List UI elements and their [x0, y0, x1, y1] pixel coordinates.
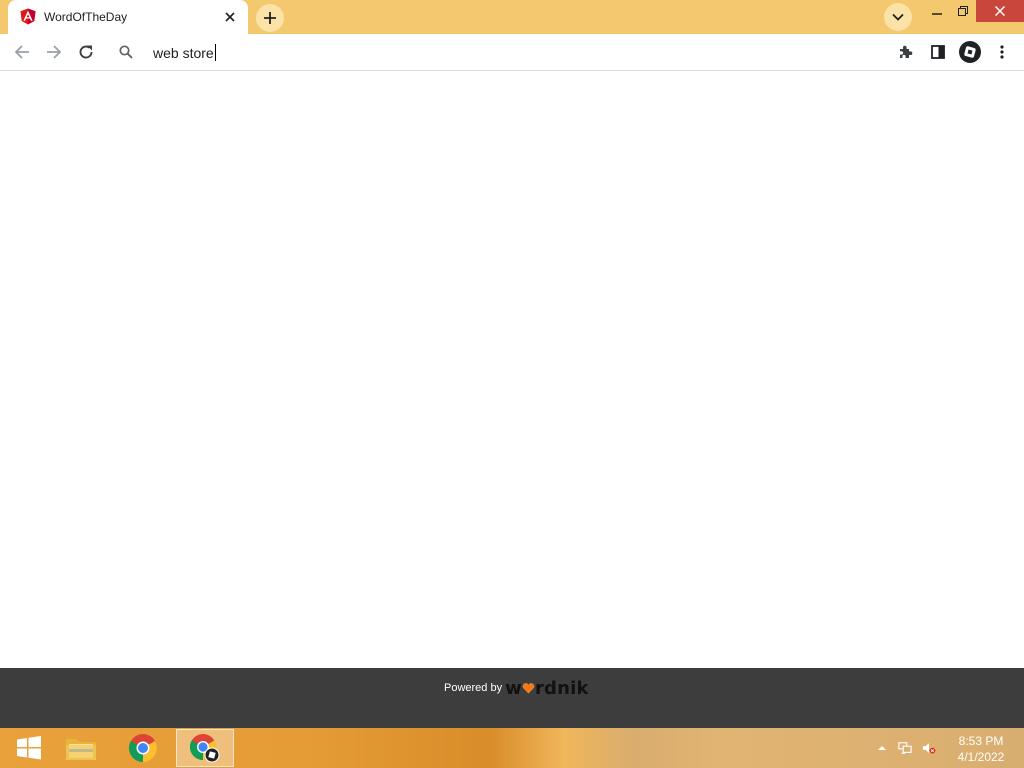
menu-button[interactable]: [990, 40, 1014, 64]
powered-by-label: Powered by: [444, 682, 503, 694]
angular-icon: [20, 8, 36, 25]
system-clock[interactable]: 8:53 PM 4/1/2022: [948, 733, 1014, 765]
heart-icon: [522, 683, 535, 694]
forward-arrow-icon: [47, 45, 62, 59]
restore-button[interactable]: [950, 0, 976, 22]
back-button[interactable]: [10, 40, 34, 64]
window-close-button[interactable]: [976, 0, 1024, 22]
wordnik-logo: wordnik wrdnik: [505, 678, 589, 699]
taskbar-chrome[interactable]: [114, 728, 172, 768]
side-panel-button[interactable]: [926, 40, 950, 64]
clock-date: 4/1/2022: [957, 750, 1005, 764]
page-content: [0, 71, 1024, 668]
avatar-icon: [963, 45, 977, 59]
windows-taskbar: 8:53 PM 4/1/2022: [0, 728, 1024, 768]
chevron-up-icon: [878, 746, 886, 750]
taskbar-chrome-profile-active[interactable]: [176, 729, 234, 767]
windows-logo-icon: [17, 736, 41, 760]
page-footer: Powered by wordnik wrdnik: [0, 668, 1024, 728]
tab-search-button[interactable]: [884, 3, 912, 31]
powered-by-wordnik[interactable]: Powered by wordnik wrdnik: [444, 678, 589, 699]
plus-icon: [264, 12, 276, 24]
folder-icon: [66, 739, 96, 760]
restore-icon: [958, 6, 968, 16]
address-value: web store: [153, 45, 214, 61]
extensions-button[interactable]: [894, 40, 918, 64]
wordnik-logo-w: w: [505, 677, 522, 699]
tab-title: WordOfTheDay: [44, 10, 128, 24]
chevron-down-icon: [892, 13, 904, 21]
new-tab-button[interactable]: [256, 4, 284, 32]
network-icon[interactable]: [898, 741, 912, 755]
start-button[interactable]: [0, 728, 58, 768]
close-tab-icon[interactable]: [222, 9, 238, 25]
puzzle-icon: [900, 45, 913, 58]
text-caret: [214, 44, 216, 61]
close-icon: [995, 6, 1005, 16]
browser-toolbar: web store: [0, 34, 1024, 71]
clock-time: 8:53 PM: [958, 734, 1004, 748]
profile-avatar-button[interactable]: [959, 41, 981, 63]
chrome-icon: [129, 734, 157, 762]
more-vert-icon: [1000, 45, 1004, 59]
show-hidden-icons-button[interactable]: [875, 741, 889, 755]
search-icon: [118, 44, 134, 60]
minimize-icon: [932, 13, 942, 15]
reload-button[interactable]: [74, 40, 98, 64]
side-panel-icon: [931, 45, 945, 59]
volume-muted-icon[interactable]: [922, 741, 936, 755]
tab-wordoftheday[interactable]: WordOfTheDay: [8, 0, 248, 34]
taskbar-file-explorer[interactable]: [52, 728, 110, 768]
minimize-button[interactable]: [924, 0, 950, 22]
wordnik-logo-rest: rdnik: [534, 677, 589, 699]
reload-icon: [79, 45, 93, 59]
back-arrow-icon: [14, 45, 29, 59]
chrome-profile-icon: [189, 734, 220, 763]
address-input[interactable]: web store: [153, 44, 216, 61]
forward-button[interactable]: [42, 40, 66, 64]
address-bar[interactable]: web store: [106, 38, 876, 66]
tab-strip: WordOfTheDay: [0, 0, 1024, 34]
